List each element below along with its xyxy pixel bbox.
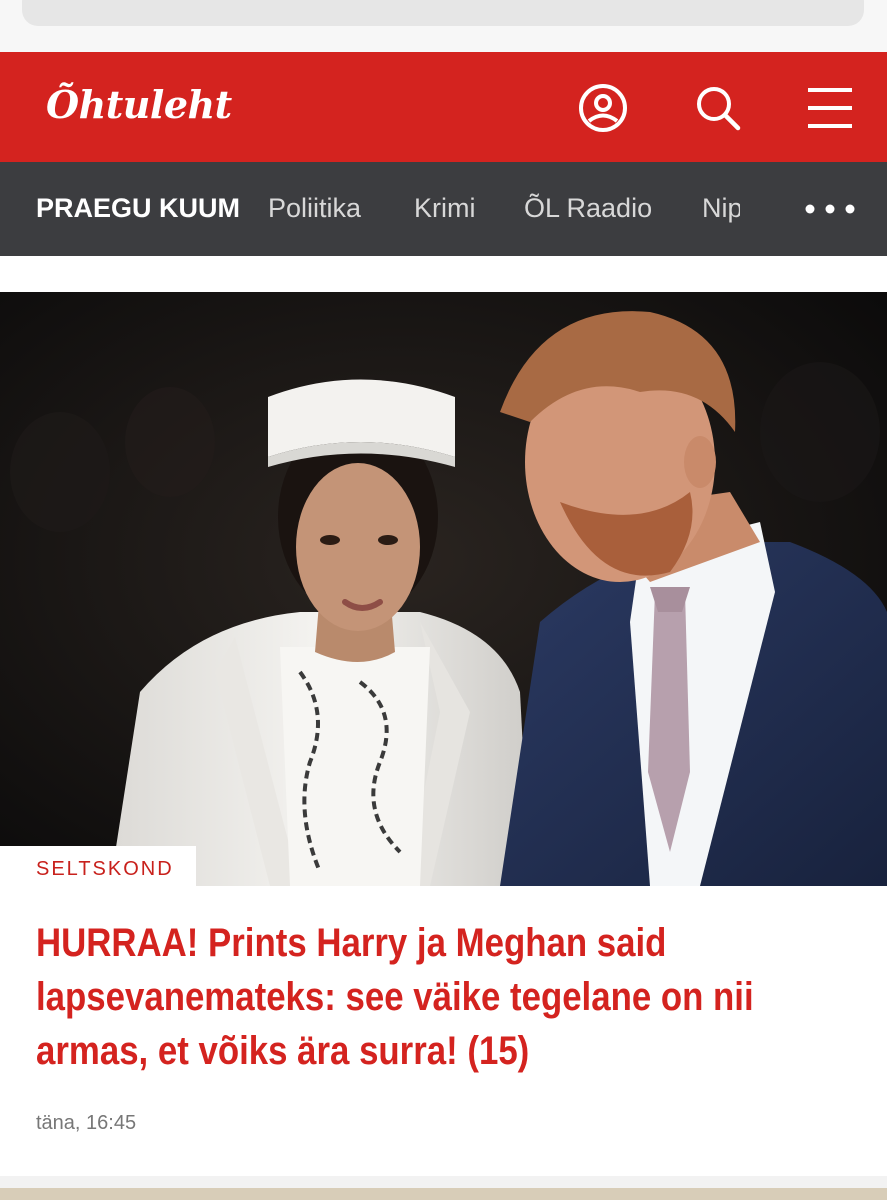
nav-item-poliitika[interactable]: Poliitika (268, 193, 361, 224)
nav-overflow-clip: Nip (700, 162, 740, 256)
user-icon[interactable] (577, 82, 629, 134)
article-timestamp: täna, 16:45 (36, 1112, 137, 1134)
category-nav: PRAEGU KUUM Poliitika Krimi ÕL Raadio Ni… (0, 162, 887, 256)
address-bar[interactable] (22, 0, 864, 26)
category-tag[interactable]: SELTSKOND (0, 846, 196, 886)
site-logo[interactable]: Õhtuleht (46, 82, 232, 127)
article-headline[interactable]: HURRAA! Prints Harry ja Meghan said laps… (36, 916, 854, 1078)
site-header: Õhtuleht (0, 52, 887, 162)
content-spacer (0, 256, 887, 292)
search-icon[interactable] (692, 82, 744, 134)
next-article-preview-edge (0, 1188, 887, 1200)
article-hero-image[interactable] (0, 292, 887, 886)
category-label: SELTSKOND (36, 858, 174, 880)
nav-item-nipernaadi[interactable]: Nip (702, 193, 740, 224)
nav-item-krimi[interactable]: Krimi (414, 193, 476, 224)
nav-item-ol-raadio[interactable]: ÕL Raadio (524, 193, 652, 224)
menu-icon[interactable] (804, 82, 856, 134)
more-dots-icon[interactable] (800, 192, 860, 226)
browser-top-bar (0, 0, 887, 52)
nav-item-praegu-kuum[interactable]: PRAEGU KUUM (36, 193, 240, 224)
